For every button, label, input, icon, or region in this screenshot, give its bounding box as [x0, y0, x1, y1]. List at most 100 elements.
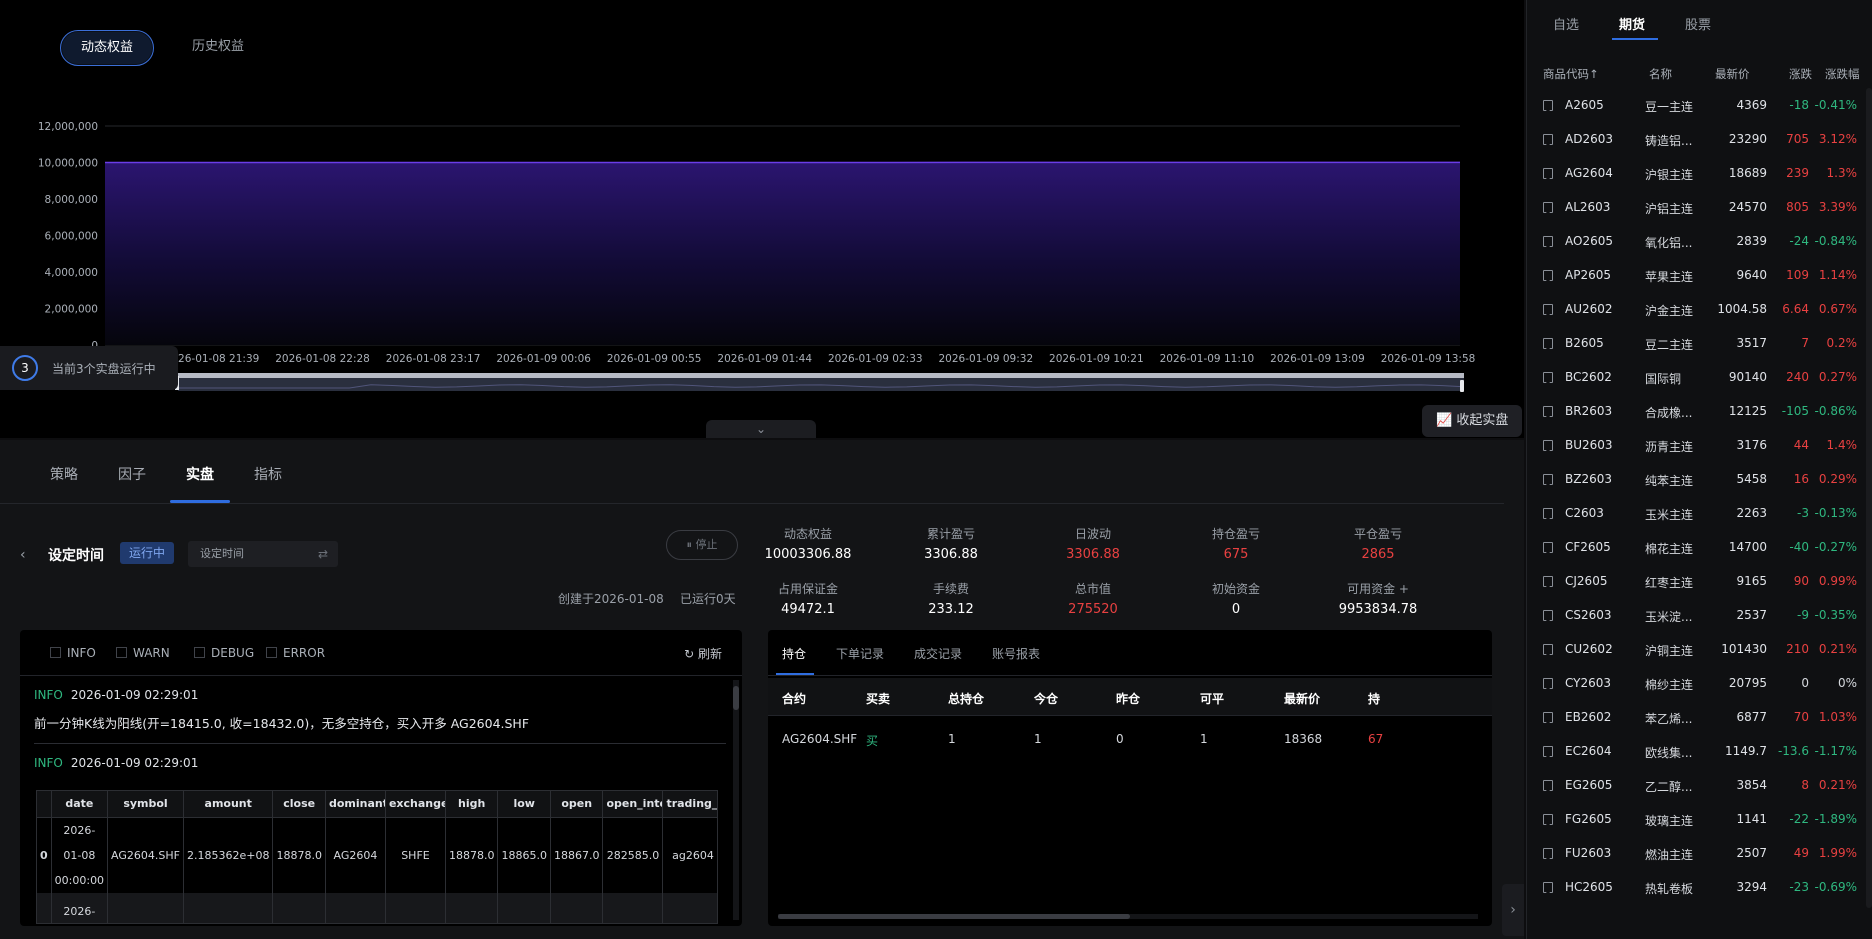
- bookmark-icon[interactable]: [1543, 202, 1553, 213]
- watchlist-row[interactable]: BR2603 合成橡... 12125 -105 -0.86%: [1527, 394, 1867, 428]
- watchlist-scrollbar[interactable]: [1866, 88, 1872, 908]
- tab-factor[interactable]: 因子: [118, 464, 146, 484]
- tab-indicator[interactable]: 指标: [254, 464, 282, 484]
- watchlist-row[interactable]: EC2604 欧线集... 1149.7 -13.6 -1.17%: [1527, 734, 1867, 768]
- col-code-sort[interactable]: 商品代码↑: [1543, 66, 1599, 82]
- bookmark-icon[interactable]: [1543, 270, 1553, 281]
- positions-hscrollbar[interactable]: [778, 914, 1478, 919]
- chevron-right-icon[interactable]: ›: [1502, 884, 1524, 936]
- tab-account-report[interactable]: 账号报表: [992, 645, 1040, 662]
- bookmark-icon[interactable]: [1543, 644, 1553, 655]
- running-count-badge: 3: [12, 355, 38, 381]
- collapse-chart-button[interactable]: ⌄: [706, 420, 816, 438]
- bookmark-icon[interactable]: [1543, 712, 1553, 723]
- price-change-pct: 0.2%: [1826, 336, 1858, 350]
- last-price: 20795: [1728, 676, 1767, 690]
- back-chevron-icon[interactable]: ‹: [20, 547, 26, 563]
- watchlist-row[interactable]: B2605 豆二主连 3517 7 0.2%: [1527, 326, 1867, 360]
- watchlist-row[interactable]: C2603 玉米主连 2263 -3 -0.13%: [1527, 496, 1867, 530]
- watchlist-row[interactable]: A2605 豆一主连 4369 -18 -0.41%: [1527, 88, 1867, 122]
- bookmark-icon[interactable]: [1543, 542, 1553, 553]
- swap-icon[interactable]: ⇄: [318, 541, 328, 567]
- tab-futures[interactable]: 期货: [1619, 14, 1645, 33]
- price-change-pct: -1.17%: [1814, 744, 1857, 758]
- table-cell: AG2604: [325, 817, 386, 893]
- table-cell: AG2604.SHF: [107, 817, 184, 893]
- watchlist-row[interactable]: CY2603 棉纱主连 20795 0 0%: [1527, 666, 1867, 700]
- bookmark-icon[interactable]: [1543, 848, 1553, 859]
- tab-favorites[interactable]: 自选: [1553, 14, 1579, 33]
- bookmark-icon[interactable]: [1543, 576, 1553, 587]
- watchlist-row[interactable]: AP2605 苹果主连 9640 109 1.14%: [1527, 258, 1867, 292]
- tab-stocks[interactable]: 股票: [1685, 14, 1711, 33]
- watchlist-row[interactable]: FU2603 燃油主连 2507 49 1.99%: [1527, 836, 1867, 870]
- bookmark-icon[interactable]: [1543, 100, 1553, 111]
- bookmark-icon[interactable]: [1543, 236, 1553, 247]
- positions-col-header[interactable]: 买卖: [866, 690, 890, 707]
- tab-strategy[interactable]: 策略: [50, 464, 78, 484]
- filter-info-checkbox[interactable]: INFO: [50, 646, 96, 660]
- watchlist-row[interactable]: CU2602 沪铜主连 101430 210 0.21%: [1527, 632, 1867, 666]
- refresh-button[interactable]: ↻ 刷新: [684, 645, 722, 662]
- filter-warn-checkbox[interactable]: WARN: [116, 646, 170, 660]
- positions-col-header[interactable]: 持: [1368, 690, 1380, 707]
- tab-live[interactable]: 实盘: [186, 464, 214, 484]
- stop-button[interactable]: ⏸ 停止: [666, 530, 738, 560]
- zoom-handle-right[interactable]: [1460, 380, 1464, 392]
- watchlist-row[interactable]: CS2603 玉米淀... 2537 -9 -0.35%: [1527, 598, 1867, 632]
- watchlist-row[interactable]: BC2602 国际铜 90140 240 0.27%: [1527, 360, 1867, 394]
- bookmark-icon[interactable]: [1543, 508, 1553, 519]
- watchlist-row[interactable]: CJ2605 红枣主连 9165 90 0.99%: [1527, 564, 1867, 598]
- filter-debug-checkbox[interactable]: DEBUG: [194, 646, 254, 660]
- watchlist-row[interactable]: EG2605 乙二醇... 3854 8 0.21%: [1527, 768, 1867, 802]
- col-last-price[interactable]: 最新价: [1715, 66, 1750, 82]
- positions-col-header[interactable]: 合约: [782, 690, 806, 707]
- bookmark-icon[interactable]: [1543, 678, 1553, 689]
- fold-live-button[interactable]: 📈 收起实盘: [1422, 405, 1522, 437]
- tab-positions[interactable]: 持仓: [782, 645, 806, 662]
- col-change[interactable]: 涨跌: [1789, 66, 1812, 82]
- filter-error-checkbox[interactable]: ERROR: [266, 646, 325, 660]
- watchlist-row[interactable]: CF2605 棉花主连 14700 -40 -0.27%: [1527, 530, 1867, 564]
- log-scrollbar[interactable]: [733, 680, 739, 920]
- positions-col-header[interactable]: 总持仓: [948, 690, 984, 707]
- watchlist-row[interactable]: HC2605 热轧卷板 3294 -23 -0.69%: [1527, 870, 1867, 904]
- watchlist-row[interactable]: FG2605 玻璃主连 1141 -22 -1.89%: [1527, 802, 1867, 836]
- log-divider: [34, 743, 726, 744]
- watchlist-row[interactable]: AG2604 沪银主连 18689 239 1.3%: [1527, 156, 1867, 190]
- watchlist-row[interactable]: BZ2603 纯苯主连 5458 16 0.29%: [1527, 462, 1867, 496]
- bookmark-icon[interactable]: [1543, 440, 1553, 451]
- bookmark-icon[interactable]: [1543, 338, 1553, 349]
- bookmark-icon[interactable]: [1543, 474, 1553, 485]
- watchlist-row[interactable]: AO2605 氧化铝... 2839 -24 -0.84%: [1527, 224, 1867, 258]
- running-live-indicator[interactable]: 3 当前3个实盘运行中: [0, 346, 178, 390]
- positions-col-header[interactable]: 可平: [1200, 690, 1224, 707]
- col-name[interactable]: 名称: [1649, 66, 1672, 82]
- bookmark-icon[interactable]: [1543, 304, 1553, 315]
- bookmark-icon[interactable]: [1543, 134, 1553, 145]
- watchlist-row[interactable]: AL2603 沪铝主连 24570 805 3.39%: [1527, 190, 1867, 224]
- bookmark-icon[interactable]: [1543, 882, 1553, 893]
- tab-trades[interactable]: 成交记录: [914, 645, 962, 662]
- bookmark-icon[interactable]: [1543, 406, 1553, 417]
- col-change-pct[interactable]: 涨跌幅: [1825, 66, 1860, 82]
- bookmark-icon[interactable]: [1543, 168, 1553, 179]
- watchlist-row[interactable]: AD2603 铸造铝... 23290 705 3.12%: [1527, 122, 1867, 156]
- positions-col-header[interactable]: 最新价: [1284, 690, 1320, 707]
- positions-col-header[interactable]: 昨仓: [1116, 690, 1140, 707]
- bookmark-icon[interactable]: [1543, 610, 1553, 621]
- bookmark-icon[interactable]: [1543, 814, 1553, 825]
- time-setting-input[interactable]: 设定时间 ⇄: [188, 541, 338, 567]
- watchlist-row[interactable]: EB2602 苯乙烯... 6877 70 1.03%: [1527, 700, 1867, 734]
- bookmark-icon[interactable]: [1543, 746, 1553, 757]
- bookmark-icon[interactable]: [1543, 372, 1553, 383]
- fold-live-label: 收起实盘: [1456, 413, 1509, 428]
- watchlist-row[interactable]: AU2602 沪金主连 1004.58 6.64 0.67%: [1527, 292, 1867, 326]
- positions-col-header[interactable]: 今仓: [1034, 690, 1058, 707]
- price-change-pct: -0.86%: [1814, 404, 1857, 418]
- x-tick-label: 2026-01-09 00:06: [496, 353, 591, 365]
- tab-orders[interactable]: 下单记录: [836, 645, 884, 662]
- bookmark-icon[interactable]: [1543, 780, 1553, 791]
- zoom-slider-bar[interactable]: [178, 373, 1464, 378]
- watchlist-row[interactable]: BU2603 沥青主连 3176 44 1.4%: [1527, 428, 1867, 462]
